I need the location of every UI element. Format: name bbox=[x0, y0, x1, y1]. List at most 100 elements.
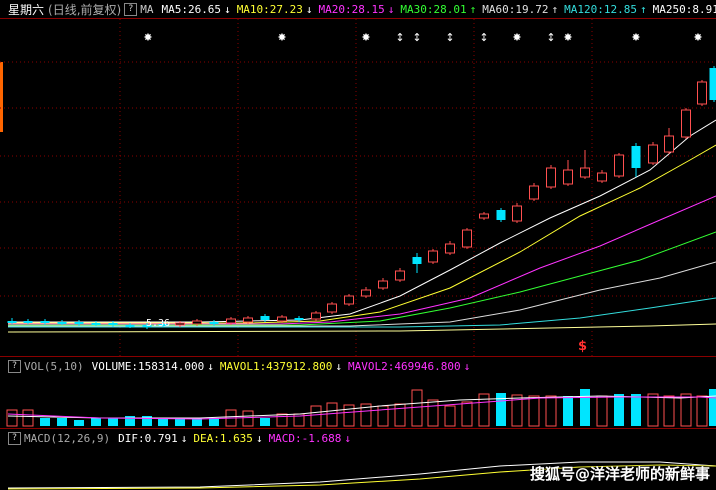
candle-body-18 bbox=[311, 312, 321, 320]
candle-body-11 bbox=[192, 320, 202, 325]
signal-markers: ✸ ✸ ✸ ↕ ↕ ↕ ↕ ✸ ↕ ✸ ✸ ✸ bbox=[143, 31, 702, 44]
candle-body-6 bbox=[108, 323, 118, 325]
candle-body-38 bbox=[648, 144, 658, 164]
updown-marker-icon-8: ↕ bbox=[546, 31, 555, 44]
macd-help-button[interactable]: ? bbox=[8, 431, 21, 445]
volume-bar-29 bbox=[496, 393, 506, 426]
volume-bar-38 bbox=[647, 393, 659, 427]
star-marker-icon-2: ✸ bbox=[361, 31, 370, 44]
vol-indicator-name[interactable]: VOL(5,10) bbox=[24, 360, 84, 373]
s-marker: $ bbox=[578, 339, 587, 354]
star-marker-icon-9: ✸ bbox=[563, 31, 572, 44]
candle-body-5 bbox=[91, 323, 101, 325]
mavol1-arrow-icon: ↓ bbox=[335, 359, 343, 373]
volume-bar-1 bbox=[22, 409, 34, 427]
candle-body-28 bbox=[479, 213, 489, 219]
candle-body-36 bbox=[614, 154, 624, 177]
candle-body-10 bbox=[175, 322, 185, 326]
volume-bar-25 bbox=[427, 399, 439, 427]
dea-value: DEA:1.635 bbox=[193, 431, 253, 445]
candle-body-40 bbox=[681, 109, 691, 138]
candle-body-21 bbox=[361, 289, 371, 297]
stock-chart[interactable]: ✸ ✸ ✸ ↕ ↕ ↕ ↕ ✸ ↕ ✸ ✸ ✸ 5.36 $ bbox=[0, 0, 716, 490]
volume-bar-7 bbox=[125, 416, 135, 426]
candle-body-24 bbox=[412, 257, 422, 264]
ma20-line bbox=[8, 195, 716, 325]
vol-help-button[interactable]: ? bbox=[8, 359, 21, 373]
candle-body-27 bbox=[462, 229, 472, 248]
volume-bar-22 bbox=[377, 405, 389, 427]
candle-body-22 bbox=[378, 280, 388, 289]
updown-marker-icon-5: ↕ bbox=[445, 31, 454, 44]
mavol1-value: MAVOL1:437912.800 bbox=[219, 359, 333, 373]
candle-body-16 bbox=[277, 316, 287, 322]
candle-body-7 bbox=[125, 325, 135, 327]
candle-body-3 bbox=[57, 322, 67, 324]
volume-bar-35 bbox=[596, 395, 608, 427]
dea-arrow-icon: ↓ bbox=[255, 431, 263, 445]
candle-body-41 bbox=[697, 81, 707, 105]
ma30-line bbox=[8, 231, 716, 326]
volume-bar-37 bbox=[631, 394, 641, 426]
star-marker-icon-7: ✸ bbox=[512, 31, 521, 44]
watermark: 搜狐号@洋洋老师的新鲜事 bbox=[529, 465, 710, 483]
orange-edge-marker bbox=[0, 62, 3, 132]
candle-body-13 bbox=[226, 318, 236, 324]
candle-body-12 bbox=[209, 322, 219, 324]
vol-header: ? VOL(5,10) VOLUME:158314.000 ↓ MAVOL1:4… bbox=[0, 357, 470, 375]
star-marker-icon-1: ✸ bbox=[277, 31, 286, 44]
volume-bar-32 bbox=[545, 395, 557, 427]
volume-bar-27 bbox=[461, 401, 473, 427]
updown-marker-icon-4: ↕ bbox=[412, 31, 421, 44]
volume-bar-14 bbox=[242, 410, 254, 427]
candle-body-29 bbox=[496, 210, 506, 220]
volume-bar-0 bbox=[6, 409, 18, 427]
candle-body-19 bbox=[327, 303, 337, 313]
candle-body-35 bbox=[597, 172, 607, 182]
candle-body-23 bbox=[395, 270, 405, 281]
volume-bar-18 bbox=[310, 405, 322, 427]
candle-body-0 bbox=[7, 321, 17, 323]
moving-average-lines bbox=[7, 119, 716, 333]
candlesticks bbox=[7, 66, 716, 329]
mavol2-value: MAVOL2:469946.800 bbox=[348, 359, 461, 373]
mavol2-arrow-icon: ↓ bbox=[463, 359, 471, 373]
volume-bar-15 bbox=[260, 418, 270, 426]
volume-bar-23 bbox=[394, 403, 406, 427]
candle-body-26 bbox=[445, 243, 455, 254]
volume-bar-24 bbox=[411, 389, 423, 427]
low-price-label: 5.36 bbox=[146, 318, 170, 329]
updown-marker-icon-6: ↕ bbox=[479, 31, 488, 44]
volume-bar-39 bbox=[663, 395, 675, 427]
volume-arrow-icon: ↓ bbox=[207, 359, 214, 373]
volume-bar-20 bbox=[343, 404, 355, 427]
volume-bar-42 bbox=[709, 389, 716, 426]
candle-body-33 bbox=[563, 169, 573, 185]
volume-bar-40 bbox=[680, 393, 692, 427]
volume-bar-3 bbox=[57, 418, 67, 426]
star-marker-icon-0: ✸ bbox=[143, 31, 152, 44]
volume-bar-31 bbox=[528, 395, 540, 427]
candle-body-31 bbox=[529, 185, 539, 200]
volume-bar-34 bbox=[580, 389, 590, 426]
volume-bar-9 bbox=[158, 418, 168, 426]
macd-indicator-name[interactable]: MACD(12,26,9) bbox=[24, 432, 110, 445]
dif-arrow-icon: ↓ bbox=[180, 431, 188, 445]
candle-body-20 bbox=[344, 295, 354, 305]
macd-header: ? MACD(12,26,9) DIF:0.791 ↓ DEA:1.635 ↓ … bbox=[0, 429, 351, 447]
dif-value: DIF:0.791 bbox=[118, 431, 178, 445]
candle-body-2 bbox=[40, 321, 50, 323]
volume-bar-6 bbox=[108, 418, 118, 426]
candle-body-34 bbox=[580, 167, 590, 178]
candle-body-17 bbox=[294, 318, 304, 320]
candle-body-30 bbox=[512, 205, 522, 222]
grid-lines bbox=[0, 19, 716, 356]
volume-value: VOLUME:158314.000 bbox=[91, 359, 205, 373]
volume-bar-36 bbox=[614, 394, 624, 426]
candle-body-14 bbox=[243, 317, 253, 323]
candle-body-4 bbox=[74, 322, 84, 324]
volume-bar-26 bbox=[444, 405, 456, 427]
volume-bar-5 bbox=[91, 418, 101, 426]
volume-bar-41 bbox=[696, 395, 708, 427]
candle-body-37 bbox=[631, 146, 641, 168]
